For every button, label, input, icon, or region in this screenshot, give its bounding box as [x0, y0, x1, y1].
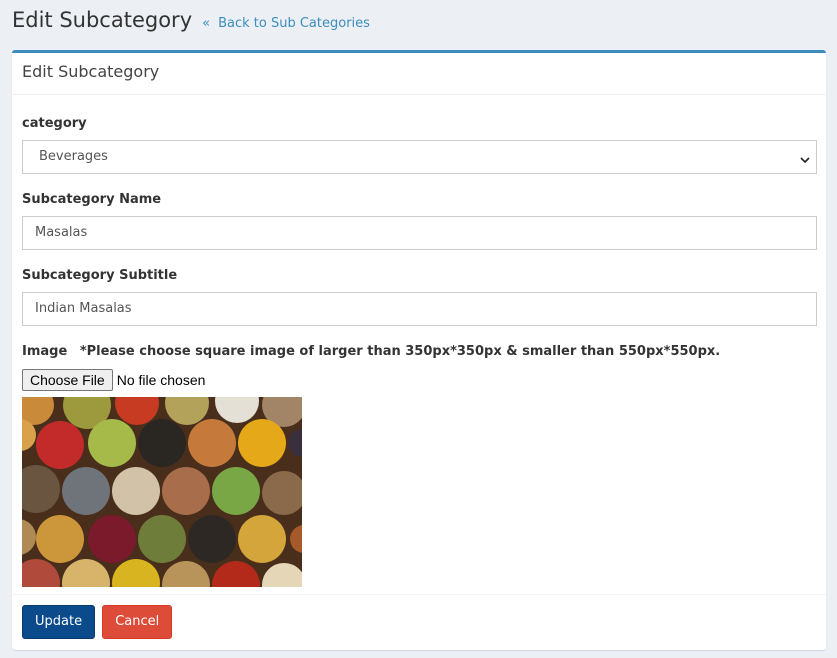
image-label: Image	[22, 344, 68, 359]
panel-footer: Update Cancel	[12, 594, 826, 650]
image-group: Image *Please choose square image of lar…	[22, 343, 816, 587]
file-status: No file chosen	[116, 372, 206, 388]
page-header: Edit Subcategory « Back to Sub Categorie…	[12, 8, 370, 40]
double-chevron-left-icon: «	[202, 16, 211, 31]
category-group: category Beverages	[22, 115, 817, 174]
panel-title: Edit Subcategory	[22, 62, 160, 81]
choose-file-button[interactable]: Choose File	[22, 369, 113, 391]
category-select-value[interactable]: Beverages	[22, 140, 817, 174]
cancel-button[interactable]: Cancel	[102, 605, 173, 639]
subcategory-name-group: Subcategory Name Masalas	[22, 191, 817, 250]
update-button[interactable]: Update	[22, 605, 96, 639]
panel-header: Edit Subcategory	[12, 53, 826, 95]
panel-body: category Beverages Subcategory Name Masa…	[12, 95, 826, 587]
category-select[interactable]: Beverages	[22, 140, 817, 174]
subcategory-name-input[interactable]: Masalas	[22, 216, 817, 250]
subcategory-subtitle-group: Subcategory Subtitle Indian Masalas	[22, 267, 817, 326]
subcategory-subtitle-input[interactable]: Indian Masalas	[22, 292, 817, 326]
image-label-row: Image *Please choose square image of lar…	[22, 343, 816, 361]
file-input[interactable]: Choose File No file chosen	[22, 369, 816, 391]
edit-subcategory-panel: Edit Subcategory category Beverages Subc…	[12, 50, 826, 650]
chevron-down-icon	[800, 157, 810, 164]
back-to-sub-categories-link[interactable]: « Back to Sub Categories	[202, 16, 370, 31]
category-label: category	[22, 116, 87, 131]
subcategory-subtitle-label: Subcategory Subtitle	[22, 268, 178, 283]
spice-bowls-image	[22, 397, 302, 587]
page-title: Edit Subcategory	[12, 8, 193, 32]
subcategory-name-label: Subcategory Name	[22, 192, 162, 207]
back-link-label: Back to Sub Categories	[218, 16, 370, 31]
image-size-note: *Please choose square image of larger th…	[79, 344, 721, 359]
